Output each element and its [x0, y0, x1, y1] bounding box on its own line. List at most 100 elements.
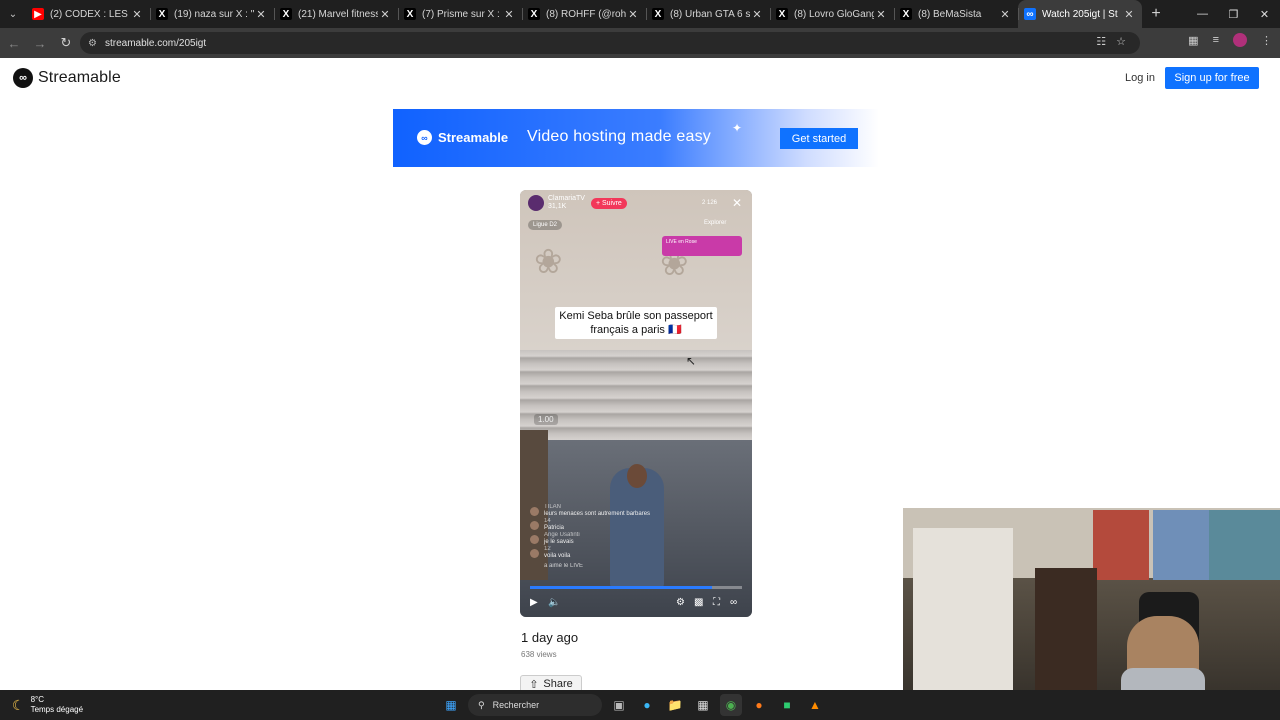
new-tab-button[interactable]: + — [1142, 5, 1170, 23]
webcam-shelf — [1035, 568, 1097, 708]
forward-icon[interactable]: → — [28, 31, 52, 55]
url-text: streamable.com/205igt — [104, 37, 207, 49]
site-header: ∞ Streamable Log in Sign up for free — [0, 58, 1280, 100]
channel-avatar — [528, 195, 544, 211]
comment-text: voila voila — [544, 553, 571, 559]
signup-button[interactable]: Sign up for free — [1165, 67, 1259, 89]
browser-tab[interactable]: ▶ (2) CODEX : LES ANIM✕ — [26, 0, 150, 28]
comment-text: leurs menaces sont autrement barbares — [544, 511, 651, 517]
play-icon[interactable]: ▶ — [530, 597, 538, 608]
tab-title: (2) CODEX : LES ANIM — [50, 8, 130, 20]
mouse-cursor-icon: ↖ — [686, 354, 697, 368]
live-header: ClamariaTV 31,1K + Suivre — [528, 195, 627, 211]
store-icon[interactable]: ▦ — [692, 694, 714, 716]
tab-title: (7) Prisme sur X : "« — [422, 8, 502, 20]
taskbar-search-label: Rechercher — [492, 700, 540, 710]
channel-followers: 31,1K — [548, 203, 567, 210]
vlc-icon[interactable]: ▲ — [804, 694, 826, 716]
ornament-icon: ❀ — [534, 243, 563, 281]
bookmark-star-icon[interactable]: ☆ — [1116, 35, 1126, 48]
translate-icon[interactable]: ☷ — [1096, 35, 1106, 48]
viewer-count: 2 126 — [702, 200, 718, 206]
x-icon: X — [156, 8, 168, 20]
browser-tab[interactable]: X (8) Lovro GloGang ✕ — [770, 0, 894, 28]
close-window-icon[interactable]: ✕ — [1249, 0, 1280, 28]
comment-row: 14 Patricia — [530, 518, 650, 532]
x-icon: X — [528, 8, 540, 20]
video-frame-wall — [520, 350, 752, 450]
search-icon: ⚲ — [478, 699, 485, 710]
firefox-icon[interactable]: ● — [748, 694, 770, 716]
comment-user: 12 — [544, 546, 551, 552]
browser-tab[interactable]: X (8) ROHFF (@rohff) /✕ — [522, 0, 646, 28]
promo-banner[interactable]: ∞ Streamable Video hosting made easy ✦ G… — [393, 109, 879, 167]
get-started-button[interactable]: Get started — [780, 128, 858, 149]
x-icon: X — [652, 8, 664, 20]
comment-avatar — [530, 548, 539, 558]
video-player[interactable]: ❀ ❀ ClamariaTV 31,1K + Suivre 2 126 ✕ Li… — [520, 190, 752, 617]
browser-toolbar: ← → ↻ ⚙ streamable.com/205igt ☷ ☆ ▦ ≡ ⋮ — [0, 28, 1280, 58]
share-icon: ⇧ — [529, 678, 539, 691]
reload-icon[interactable]: ↻ — [54, 31, 78, 55]
chrome-icon[interactable]: ◉ — [720, 694, 742, 716]
browser-menu-icon[interactable]: ⋮ — [1261, 34, 1272, 47]
fullscreen-icon[interactable]: ⛶ — [713, 597, 720, 608]
x-icon: X — [900, 8, 912, 20]
start-icon[interactable]: ▦ — [440, 694, 462, 716]
comment-avatar — [530, 534, 539, 544]
back-icon[interactable]: ← — [2, 31, 26, 55]
task-view-icon[interactable]: ▣ — [608, 694, 630, 716]
browser-tab[interactable]: X (21) Marvel fitness re✕ — [274, 0, 398, 28]
comment-row: TILAN leurs menaces sont autrement barbar… — [530, 504, 650, 518]
comment-row: 12 voila voila — [530, 546, 650, 560]
app-icon[interactable]: ■ — [776, 694, 798, 716]
explorer-label: Explorer — [704, 220, 727, 226]
live-comments: TILAN leurs menaces sont autrement barbar… — [530, 504, 650, 572]
comment-user: 14 — [544, 518, 551, 524]
close-tab-icon[interactable]: ✕ — [378, 8, 392, 21]
picture-in-picture-icon[interactable]: ▩ — [694, 597, 703, 608]
profile-avatar[interactable] — [1233, 33, 1247, 47]
streamable-logo-icon[interactable]: ∞ — [730, 597, 737, 608]
tab-title: (19) naza sur X : "40k — [174, 8, 254, 20]
minimize-icon[interactable]: — — [1187, 0, 1218, 28]
video-progress-bar[interactable] — [530, 586, 742, 589]
close-tab-icon[interactable]: ✕ — [998, 8, 1012, 21]
close-tab-icon[interactable]: ✕ — [874, 8, 888, 21]
taskbar-search[interactable]: ⚲ Rechercher — [468, 694, 602, 716]
close-tab-icon[interactable]: ✕ — [626, 8, 640, 21]
tab-title: (8) Lovro GloGang — [794, 8, 874, 20]
brand-link[interactable]: ∞ Streamable — [13, 68, 121, 88]
tab-title: (8) BeMaSista — [918, 8, 982, 20]
browser-tab[interactable]: ∞ Watch 205igt | St ✕ — [1018, 0, 1142, 28]
tab-search-chevron-icon[interactable]: ⌄ — [0, 0, 26, 28]
file-explorer-icon[interactable]: 📁 — [664, 694, 686, 716]
login-link[interactable]: Log in — [1125, 72, 1155, 84]
youtube-icon: ▶ — [32, 8, 44, 20]
media-control-icon[interactable]: ≡ — [1213, 34, 1219, 46]
close-tab-icon[interactable]: ✕ — [254, 8, 268, 21]
browser-tab[interactable]: X (7) Prisme sur X : "«✕ — [398, 0, 522, 28]
extensions-icon[interactable]: ▦ — [1188, 34, 1198, 47]
x-icon: X — [776, 8, 788, 20]
settings-icon[interactable]: ⚙ — [676, 597, 685, 608]
weather-widget[interactable]: ☾ 8°C Temps dégagé — [12, 695, 83, 715]
upload-time: 1 day ago — [521, 630, 579, 645]
address-bar[interactable]: ⚙ streamable.com/205igt ☷ ☆ — [80, 32, 1140, 54]
volume-icon[interactable]: 🔈 — [548, 597, 560, 608]
browser-tab[interactable]: X (19) naza sur X : "40k✕ — [150, 0, 274, 28]
windows-taskbar: ☾ 8°C Temps dégagé ▦ ⚲ Rechercher ▣ ● 📁 … — [0, 690, 1280, 720]
comment-avatar — [530, 520, 539, 530]
site-info-icon[interactable]: ⚙ — [88, 38, 97, 49]
browser-tab[interactable]: X (8) BeMaSista ✕ — [894, 0, 1018, 28]
comment-text: Patricia — [544, 525, 565, 531]
close-tab-icon[interactable]: ✕ — [750, 8, 764, 21]
webcam-poster — [1093, 510, 1149, 580]
browser-tab[interactable]: X (8) Urban GTA 6 sur X✕ — [646, 0, 770, 28]
close-tab-icon[interactable]: ✕ — [130, 8, 144, 21]
close-tab-icon[interactable]: ✕ — [502, 8, 516, 21]
close-tab-icon[interactable]: ✕ — [1122, 8, 1136, 21]
x-icon: X — [280, 8, 292, 20]
restore-icon[interactable]: ❐ — [1218, 0, 1249, 28]
edge-icon[interactable]: ● — [636, 694, 658, 716]
